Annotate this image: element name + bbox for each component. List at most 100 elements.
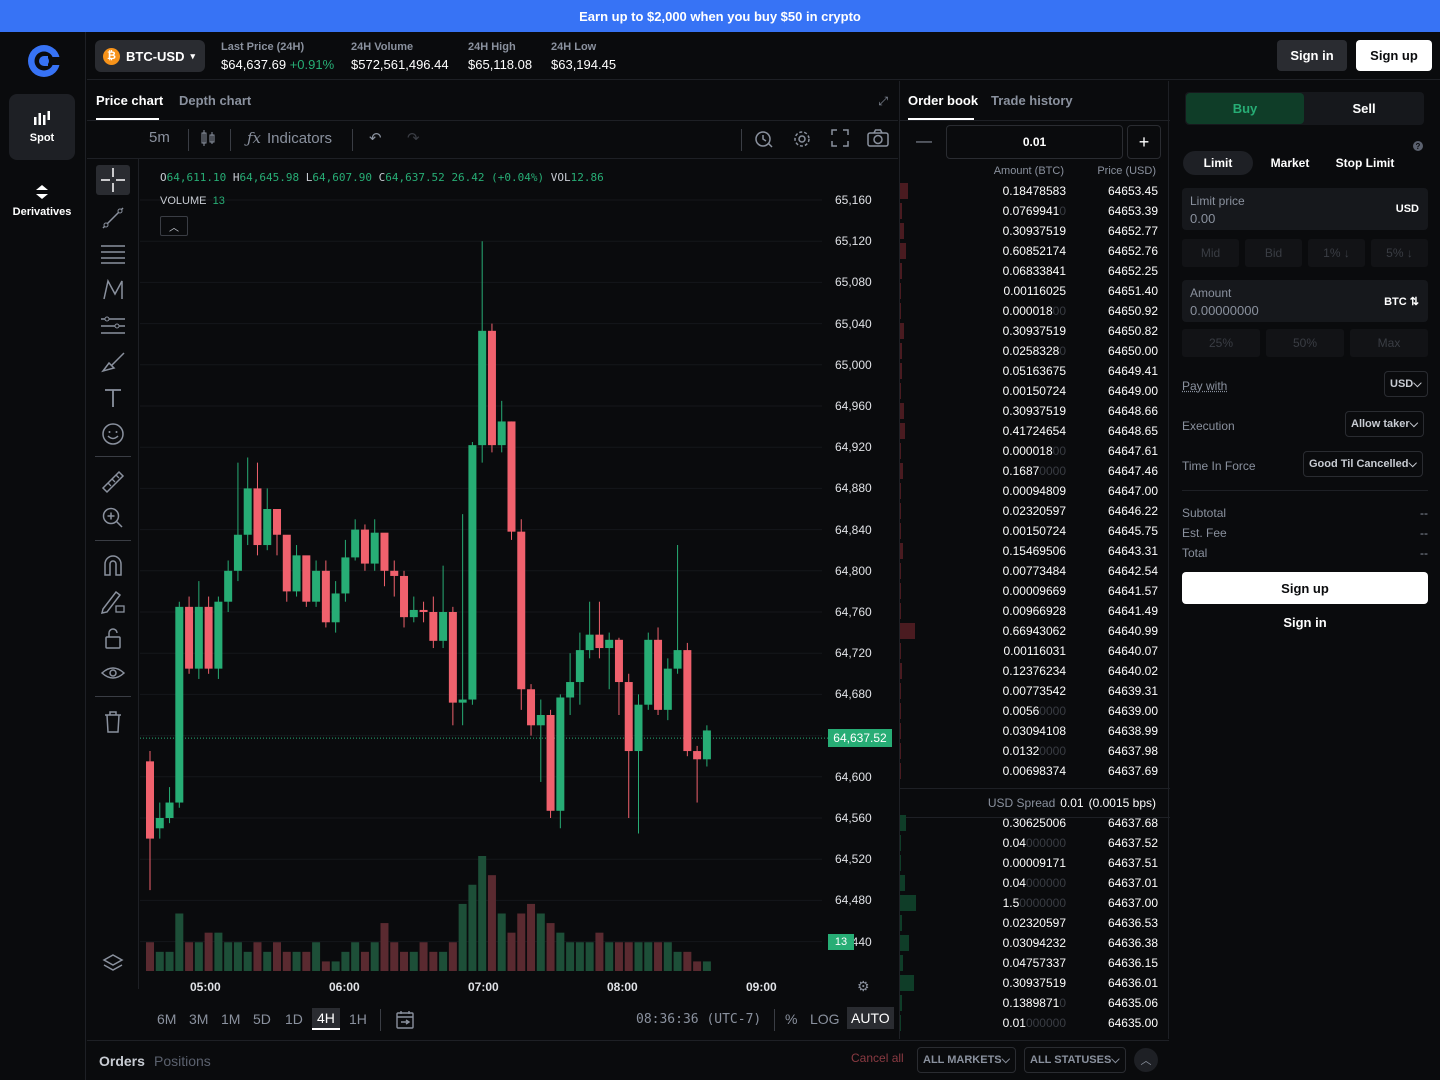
amount-50-chip[interactable]: 50% bbox=[1266, 329, 1344, 357]
tab-price-chart[interactable]: Price chart bbox=[96, 93, 163, 108]
execution-dropdown[interactable]: Allow taker ⌵ bbox=[1345, 411, 1425, 437]
limit-price-input[interactable]: 0.00 bbox=[1190, 211, 1215, 226]
order-type-limit[interactable]: Limit bbox=[1183, 151, 1253, 175]
header-signin-button[interactable]: Sign in bbox=[1277, 40, 1347, 71]
orderbook-row[interactable]: 0.15469506 64643.31 bbox=[900, 541, 1170, 561]
tab-positions[interactable]: Positions bbox=[154, 1053, 211, 1069]
all-statuses-dropdown[interactable]: ALL STATUSES ⌵ bbox=[1024, 1047, 1126, 1073]
orderbook-row[interactable]: 0.00094809 64647.00 bbox=[900, 481, 1170, 501]
orderbook-row[interactable]: 0.04000000 64637.01 bbox=[900, 873, 1170, 893]
collapse-legend-button[interactable]: ︿ bbox=[160, 216, 188, 236]
pencil-lock-icon[interactable] bbox=[96, 587, 130, 617]
orderbook-row[interactable]: 0.03094108 64638.99 bbox=[900, 721, 1170, 741]
orderbook-row[interactable]: 0.02320597 64636.53 bbox=[900, 913, 1170, 933]
orderbook-row[interactable]: 0.12376234 64640.02 bbox=[900, 661, 1170, 681]
orderbook-row[interactable]: 1.50000000 64637.00 bbox=[900, 893, 1170, 913]
signup-button[interactable]: Sign up bbox=[1182, 572, 1428, 604]
eye-icon[interactable] bbox=[96, 659, 130, 689]
amount-input[interactable]: 0.00000000 bbox=[1190, 303, 1259, 318]
orderbook-row[interactable]: 0.13898710 64635.06 bbox=[900, 993, 1170, 1013]
trendline-icon[interactable] bbox=[96, 203, 130, 233]
signin-link[interactable]: Sign in bbox=[1182, 612, 1428, 632]
log-scale-toggle[interactable]: LOG bbox=[810, 1011, 840, 1027]
candle-type-icon[interactable] bbox=[200, 129, 216, 147]
orderbook-row[interactable]: 0.00116025 64651.40 bbox=[900, 281, 1170, 301]
emoji-icon[interactable] bbox=[96, 419, 130, 449]
decrease-step-button[interactable]: — bbox=[906, 125, 942, 159]
pay-with-dropdown[interactable]: USD ⌵ bbox=[1384, 371, 1428, 397]
orderbook-row[interactable]: 0.02583280 64650.00 bbox=[900, 341, 1170, 361]
pair-selector[interactable]: ₿ BTC-USD ▾ bbox=[95, 40, 205, 72]
brush-icon[interactable] bbox=[96, 347, 130, 377]
percent-scale-toggle[interactable]: % bbox=[785, 1011, 797, 1027]
promo-banner[interactable]: Earn up to $2,000 when you buy $50 in cr… bbox=[0, 0, 1440, 32]
header-signup-button[interactable]: Sign up bbox=[1356, 40, 1432, 71]
crosshair-icon[interactable] bbox=[96, 165, 130, 195]
orderbook-row[interactable]: 0.00001800 64650.92 bbox=[900, 301, 1170, 321]
tab-depth-chart[interactable]: Depth chart bbox=[179, 93, 251, 108]
orderbook-row[interactable]: 0.30625006 64637.68 bbox=[900, 813, 1170, 833]
order-type-market[interactable]: Market bbox=[1260, 151, 1320, 175]
orderbook-row[interactable]: 0.00698374 64637.69 bbox=[900, 761, 1170, 781]
mid-price-chip[interactable]: Mid bbox=[1182, 239, 1239, 267]
orderbook-row[interactable]: 0.00150724 64649.00 bbox=[900, 381, 1170, 401]
camera-icon[interactable] bbox=[867, 129, 889, 147]
orderbook-row[interactable]: 0.00116031 64640.07 bbox=[900, 641, 1170, 661]
orderbook-row[interactable]: 0.00009669 64641.57 bbox=[900, 581, 1170, 601]
orderbook-row[interactable]: 0.18478583 64653.45 bbox=[900, 181, 1170, 201]
zoom-in-icon[interactable] bbox=[96, 503, 130, 533]
expand-orders-chevron-up-icon[interactable]: ︿ bbox=[1134, 1048, 1158, 1072]
interval-selector[interactable]: 5m bbox=[149, 129, 170, 146]
time-in-force-dropdown[interactable]: Good Til Cancelled ⌵ bbox=[1303, 451, 1423, 477]
help-icon[interactable]: ? bbox=[1413, 141, 1423, 151]
expand-icon[interactable]: ⤢ bbox=[878, 94, 888, 109]
tab-trade-history[interactable]: Trade history bbox=[991, 93, 1073, 108]
orderbook-row[interactable]: 0.00773542 64639.31 bbox=[900, 681, 1170, 701]
redo-icon[interactable]: ↷ bbox=[407, 129, 420, 147]
coinbase-logo[interactable] bbox=[27, 44, 61, 78]
timeframe-1d[interactable]: 1D bbox=[285, 1011, 303, 1027]
fullscreen-icon[interactable] bbox=[831, 129, 849, 147]
orderbook-row[interactable]: 0.04757337 64636.15 bbox=[900, 953, 1170, 973]
trash-icon[interactable] bbox=[96, 707, 130, 737]
orderbook-row[interactable]: 0.01320000 64637.98 bbox=[900, 741, 1170, 761]
timeframe-1m[interactable]: 1M bbox=[221, 1011, 240, 1027]
orderbook-row[interactable]: 0.41724654 64648.65 bbox=[900, 421, 1170, 441]
unlock-icon[interactable] bbox=[96, 623, 130, 653]
amount-unit-toggle[interactable]: BTC ⇅ bbox=[1384, 295, 1419, 308]
orderbook-row[interactable]: 0.06833841 64652.25 bbox=[900, 261, 1170, 281]
orderbook-row[interactable]: 0.01000000 64635.00 bbox=[900, 1013, 1170, 1033]
bid-price-chip[interactable]: Bid bbox=[1245, 239, 1302, 267]
nav-spot[interactable]: Spot bbox=[9, 94, 75, 160]
timeframe-6m[interactable]: 6M bbox=[157, 1011, 176, 1027]
timeframe-3m[interactable]: 3M bbox=[189, 1011, 208, 1027]
timeframe-5d[interactable]: 5D bbox=[253, 1011, 271, 1027]
orderbook-row[interactable]: 0.66943062 64640.99 bbox=[900, 621, 1170, 641]
order-type-stop-limit[interactable]: Stop Limit bbox=[1330, 151, 1400, 175]
orderbook-row[interactable]: 0.00773484 64642.54 bbox=[900, 561, 1170, 581]
tab-orders[interactable]: Orders bbox=[99, 1053, 145, 1069]
buy-tab[interactable]: Buy bbox=[1186, 93, 1304, 124]
one-percent-down-chip[interactable]: 1% ↓ bbox=[1308, 239, 1365, 267]
amount-field[interactable]: Amount 0.00000000 BTC ⇅ bbox=[1182, 280, 1428, 322]
orderbook-row[interactable]: 0.60852174 64652.76 bbox=[900, 241, 1170, 261]
orderbook-row[interactable]: 0.04000000 64637.52 bbox=[900, 833, 1170, 853]
limit-price-field[interactable]: Limit price 0.00 USD bbox=[1182, 188, 1428, 230]
amount-25-chip[interactable]: 25% bbox=[1182, 329, 1260, 357]
ruler-icon[interactable] bbox=[96, 467, 130, 497]
forecast-icon[interactable] bbox=[96, 311, 130, 341]
price-step-field[interactable]: 0.01 bbox=[946, 125, 1123, 159]
undo-icon[interactable]: ↶ bbox=[369, 129, 382, 147]
orderbook-row[interactable]: 0.00150724 64645.75 bbox=[900, 521, 1170, 541]
axis-settings-icon[interactable]: ⚙ bbox=[857, 978, 870, 995]
orderbook-row[interactable]: 0.00560000 64639.00 bbox=[900, 701, 1170, 721]
sell-tab[interactable]: Sell bbox=[1305, 93, 1423, 124]
cancel-all-button[interactable]: Cancel all bbox=[851, 1051, 904, 1065]
layers-icon[interactable] bbox=[96, 949, 130, 979]
orderbook-row[interactable]: 0.07699410 64653.39 bbox=[900, 201, 1170, 221]
orderbook-row[interactable]: 0.03094232 64636.38 bbox=[900, 933, 1170, 953]
magnet-icon[interactable] bbox=[96, 551, 130, 581]
candlestick-chart[interactable] bbox=[140, 159, 898, 989]
orderbook-row[interactable]: 0.02320597 64646.22 bbox=[900, 501, 1170, 521]
orderbook-row[interactable]: 0.16870000 64647.46 bbox=[900, 461, 1170, 481]
